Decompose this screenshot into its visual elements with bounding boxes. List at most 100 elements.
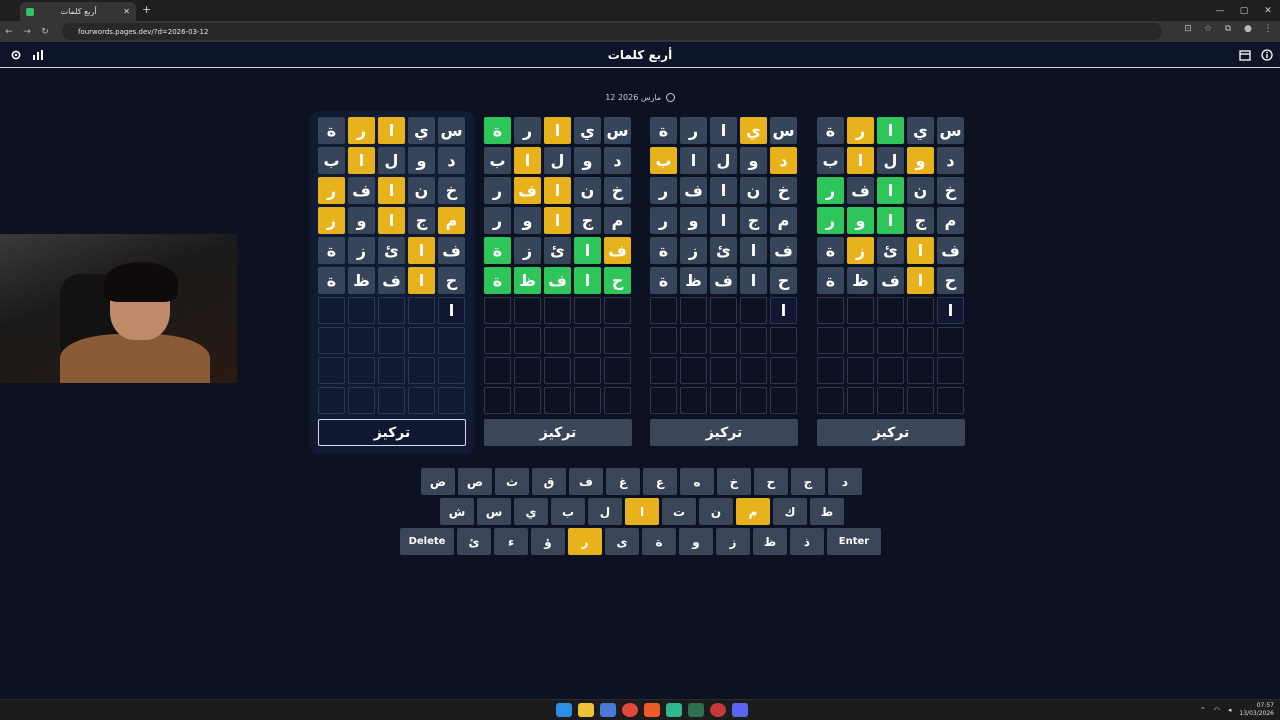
keyboard-key[interactable]: ص xyxy=(458,468,492,495)
keyboard-key[interactable]: ب xyxy=(551,498,585,525)
keyboard-key[interactable]: ل xyxy=(588,498,622,525)
extensions-icon[interactable]: ⧉ xyxy=(1222,24,1234,38)
maximize-icon[interactable]: ▢ xyxy=(1232,0,1256,21)
board-tile: ا xyxy=(770,297,797,324)
tray-chevron-icon[interactable]: ⌃ xyxy=(1200,706,1206,714)
keyboard-key[interactable]: و xyxy=(679,528,713,555)
keyboard-key[interactable]: ش xyxy=(440,498,474,525)
keyboard-key[interactable]: ى xyxy=(605,528,639,555)
keyboard-key[interactable]: ؤ xyxy=(531,528,565,555)
keyboard-key[interactable]: ج xyxy=(791,468,825,495)
store-icon[interactable] xyxy=(600,703,616,717)
board-tile: ل xyxy=(710,147,737,174)
board-tile: م xyxy=(438,207,465,234)
keyboard-key[interactable]: ض xyxy=(421,468,455,495)
board-2[interactable]: ةرايسبالودرفانخرواجمةزئافةظفاح تركيز xyxy=(484,117,634,446)
install-icon[interactable]: ⊡ xyxy=(1182,24,1194,38)
settings-icon[interactable] xyxy=(9,48,23,62)
menu-icon[interactable]: ⋮ xyxy=(1262,24,1274,38)
chrome-icon[interactable] xyxy=(622,703,638,717)
app-icon[interactable] xyxy=(666,703,682,717)
keyboard-key[interactable]: ط xyxy=(810,498,844,525)
reload-icon[interactable]: ↻ xyxy=(36,27,54,37)
board-tile: ف xyxy=(847,177,874,204)
board-1[interactable]: ةرايسبالودرفانخرواجمةزئافةظفاحا تركيز xyxy=(318,117,468,446)
file-explorer-icon[interactable] xyxy=(578,703,594,717)
keyboard-key[interactable]: Enter xyxy=(827,528,881,555)
boards-area: ةرايسبالودرفانخرواجمةزئافةظفاحا تركيز ةر… xyxy=(310,111,974,455)
board-tile: ة xyxy=(817,237,844,264)
board-tile: خ xyxy=(770,177,797,204)
board-tile xyxy=(604,327,631,354)
start-icon[interactable] xyxy=(556,703,572,717)
address-input[interactable]: fourwords.pages.dev/?d=2026-03-12 xyxy=(62,23,1162,40)
keyboard-key[interactable]: ز xyxy=(716,528,750,555)
keyboard-key[interactable]: م xyxy=(736,498,770,525)
keyboard-key[interactable]: ا xyxy=(625,498,659,525)
bookmark-icon[interactable]: ☆ xyxy=(1202,24,1214,38)
keyboard-key[interactable]: ت xyxy=(662,498,696,525)
profile-icon[interactable]: ● xyxy=(1242,24,1254,38)
tray-clock[interactable]: 07:57 13/03/2026 xyxy=(1239,702,1274,718)
new-tab-icon[interactable]: + xyxy=(142,3,151,16)
keyboard-key[interactable]: ئ xyxy=(457,528,491,555)
board-tile: ا xyxy=(408,237,435,264)
keyboard-key[interactable]: ه xyxy=(680,468,714,495)
board-tile: ا xyxy=(907,237,934,264)
app-icon[interactable] xyxy=(688,703,704,717)
keyboard-key[interactable]: ح xyxy=(754,468,788,495)
board-tile xyxy=(484,387,511,414)
forward-icon[interactable]: → xyxy=(18,27,36,37)
board-3[interactable]: ةرايسبالودرفانخرواجمةزئافةظفاحا تركيز xyxy=(650,117,800,446)
minimize-icon[interactable]: — xyxy=(1208,0,1232,21)
board-tile xyxy=(847,297,874,324)
board-tile xyxy=(740,357,767,384)
board-tile: ج xyxy=(740,207,767,234)
board-tile: ف xyxy=(877,267,904,294)
board-tile: ا xyxy=(877,177,904,204)
volume-icon[interactable]: ◂ xyxy=(1228,706,1232,714)
focus-button[interactable]: تركيز xyxy=(650,419,798,446)
keyboard-key[interactable]: ن xyxy=(699,498,733,525)
keyboard-key[interactable]: ذ xyxy=(790,528,824,555)
keyboard-key[interactable]: ث xyxy=(495,468,529,495)
board-tile: ة xyxy=(817,117,844,144)
board-tile: ر xyxy=(817,207,844,234)
brave-icon[interactable] xyxy=(644,703,660,717)
keyboard-key[interactable]: ء xyxy=(494,528,528,555)
keyboard-key[interactable]: Delete xyxy=(400,528,454,555)
discord-icon[interactable] xyxy=(732,703,748,717)
focus-button[interactable]: تركيز xyxy=(484,419,632,446)
board-tile: ب xyxy=(484,147,511,174)
focus-button[interactable]: تركيز xyxy=(318,419,466,446)
tab-close-icon[interactable]: ✕ xyxy=(123,7,130,16)
board-tile xyxy=(378,327,405,354)
keyboard-key[interactable]: ظ xyxy=(753,528,787,555)
board-4[interactable]: ةرايسبالودرفانخرواجمةزئافةظفاحا تركيز xyxy=(817,117,967,446)
keyboard-key[interactable]: ق xyxy=(532,468,566,495)
board-tile: ر xyxy=(484,177,511,204)
keyboard-key[interactable]: غ xyxy=(606,468,640,495)
browser-tab[interactable]: أربع كلمات ✕ xyxy=(20,2,136,21)
keyboard-key[interactable]: ي xyxy=(514,498,548,525)
board-tile: ة xyxy=(817,267,844,294)
close-window-icon[interactable]: ✕ xyxy=(1256,0,1280,21)
calendar-icon[interactable] xyxy=(1238,48,1252,62)
keyboard-key[interactable]: س xyxy=(477,498,511,525)
keyboard-key[interactable]: ك xyxy=(773,498,807,525)
keyboard-key[interactable]: ة xyxy=(642,528,676,555)
help-icon[interactable] xyxy=(1260,48,1274,62)
board-tile: ب xyxy=(817,147,844,174)
wifi-icon[interactable]: ◠ xyxy=(1214,706,1220,714)
focus-button[interactable]: تركيز xyxy=(817,419,965,446)
board-tile xyxy=(544,297,571,324)
stats-icon[interactable] xyxy=(31,48,45,62)
keyboard-key[interactable]: ف xyxy=(569,468,603,495)
board-tile: ئ xyxy=(710,237,737,264)
keyboard-key[interactable]: ر xyxy=(568,528,602,555)
back-icon[interactable]: ← xyxy=(0,27,18,37)
app-icon[interactable] xyxy=(710,703,726,717)
keyboard-key[interactable]: خ xyxy=(717,468,751,495)
keyboard-key[interactable]: د xyxy=(828,468,862,495)
keyboard-key[interactable]: ع xyxy=(643,468,677,495)
